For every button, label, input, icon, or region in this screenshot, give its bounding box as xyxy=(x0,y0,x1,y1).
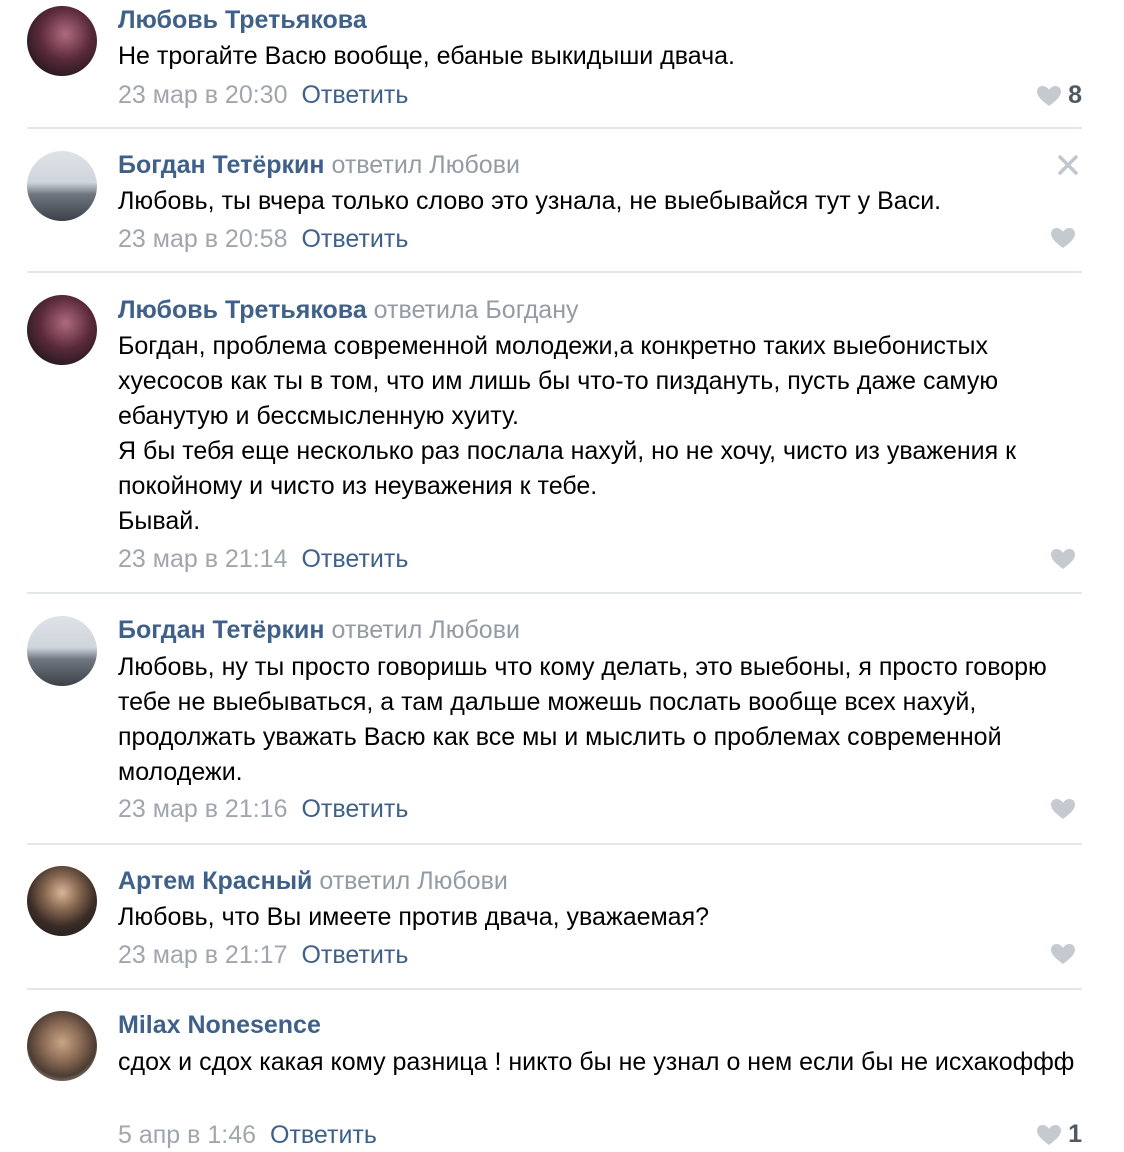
avatar[interactable] xyxy=(27,1011,97,1081)
like-button[interactable] xyxy=(1050,548,1082,570)
close-icon[interactable] xyxy=(1055,152,1081,178)
comment-date[interactable]: 23 мар в 21:14 xyxy=(118,545,287,573)
reply-to-label[interactable]: ответил Любови xyxy=(331,616,519,644)
author-name[interactable]: Любовь Третьякова xyxy=(118,296,367,324)
reply-to-label[interactable]: ответила Богдану xyxy=(374,296,579,324)
like-button[interactable] xyxy=(1050,798,1082,820)
reply-button[interactable]: Ответить xyxy=(270,1121,377,1149)
like-count: 8 xyxy=(1068,81,1082,109)
like-button[interactable] xyxy=(1050,227,1082,249)
reply-button[interactable]: Ответить xyxy=(301,225,408,253)
divider xyxy=(27,127,1082,129)
comment-text: Любовь, что Вы имеете против двача, уваж… xyxy=(118,903,710,931)
like-button[interactable] xyxy=(1050,943,1082,965)
author-name[interactable]: Milax Nonesence xyxy=(118,1011,321,1039)
reply-button[interactable]: Ответить xyxy=(301,941,408,969)
comment-text: Богдан, проблема современной молодежи,а … xyxy=(118,332,1017,535)
heart-icon xyxy=(1051,228,1075,248)
like-button[interactable]: 1 xyxy=(1036,1120,1082,1149)
avatar[interactable] xyxy=(27,295,97,365)
avatar[interactable] xyxy=(27,6,97,76)
divider xyxy=(27,843,1082,845)
heart-icon xyxy=(1037,1124,1062,1145)
comment-text: Любовь, ты вчера только слово это узнала… xyxy=(118,187,942,215)
like-button[interactable]: 8 xyxy=(1036,81,1082,110)
like-count: 1 xyxy=(1068,1120,1082,1148)
comment-date[interactable]: 23 мар в 20:30 xyxy=(118,81,287,109)
reply-to-label[interactable]: ответил Любови xyxy=(331,151,519,179)
heart-icon xyxy=(1037,85,1062,106)
author-name[interactable]: Любовь Третьякова xyxy=(118,6,367,34)
author-name[interactable]: Богдан Тетёркин xyxy=(118,151,325,179)
comment-date[interactable]: 23 мар в 21:17 xyxy=(118,941,287,969)
reply-button[interactable]: Ответить xyxy=(301,795,408,823)
divider xyxy=(27,271,1082,273)
divider xyxy=(27,988,1082,990)
divider xyxy=(27,592,1082,594)
comment-date[interactable]: 23 мар в 20:58 xyxy=(118,225,287,253)
reply-button[interactable]: Ответить xyxy=(301,545,408,573)
avatar[interactable] xyxy=(27,151,97,221)
author-name[interactable]: Богдан Тетёркин xyxy=(118,616,325,644)
avatar[interactable] xyxy=(27,616,97,686)
comment-text: Не трогайте Васю вообще, ебаные выкидыши… xyxy=(118,42,735,70)
reply-to-label[interactable]: ответил Любови xyxy=(319,867,507,895)
comment-text: Любовь, ну ты просто говоришь что кому д… xyxy=(118,653,1047,786)
reply-button[interactable]: Ответить xyxy=(301,81,408,109)
author-name[interactable]: Артем Красный xyxy=(118,867,312,895)
comment-date[interactable]: 5 апр в 1:46 xyxy=(118,1121,256,1149)
avatar[interactable] xyxy=(27,866,97,936)
heart-icon xyxy=(1051,944,1075,964)
comment-text: сдох и сдох какая кому разница ! никто б… xyxy=(118,1048,1075,1076)
heart-icon xyxy=(1051,799,1075,819)
comment-date[interactable]: 23 мар в 21:16 xyxy=(118,795,287,823)
heart-icon xyxy=(1051,549,1075,569)
